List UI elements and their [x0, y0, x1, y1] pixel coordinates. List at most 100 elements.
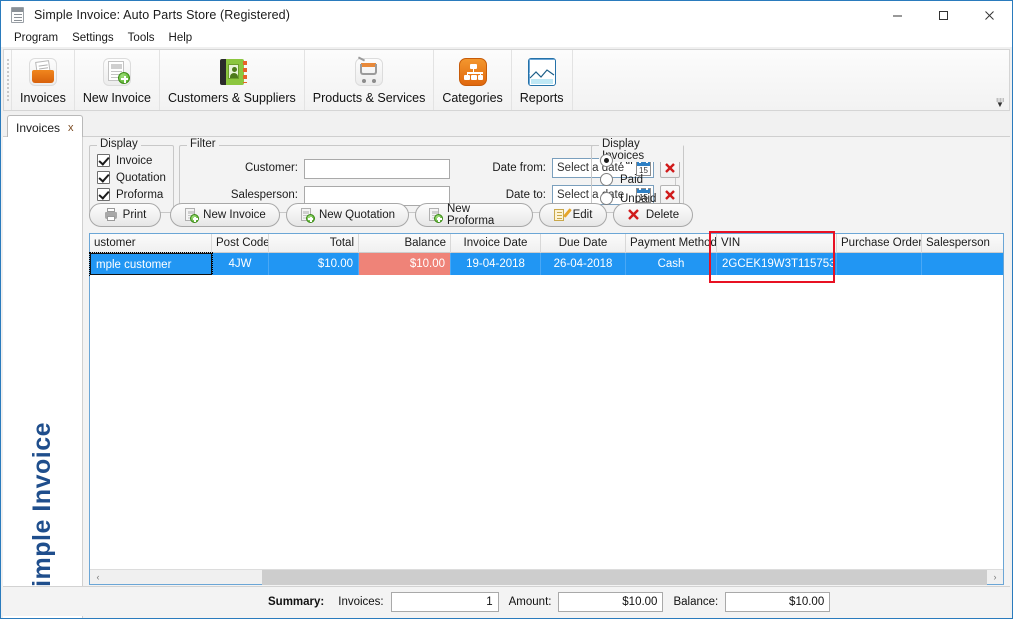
toolbar-drag-handle[interactable]: [4, 50, 12, 110]
new-proforma-button[interactable]: New Proforma: [415, 203, 533, 227]
categories-icon: [456, 56, 490, 88]
grid-header-row: ustomer Post Code Total Balance Invoice …: [90, 234, 1003, 253]
menu-item-settings[interactable]: Settings: [65, 31, 121, 45]
toolbar-label: Reports: [519, 91, 564, 105]
button-label: New Proforma: [447, 203, 495, 227]
button-label: New Quotation: [318, 209, 396, 221]
menu-bar: Program Settings Tools Help: [1, 29, 1012, 47]
new-document-icon: [428, 208, 443, 223]
button-label: New Invoice: [203, 209, 266, 221]
scrollbar-track[interactable]: [106, 569, 987, 585]
column-header-total[interactable]: Total: [269, 234, 359, 253]
toolbar-button-categories[interactable]: Categories: [434, 50, 512, 110]
cell-invoice-date[interactable]: 19-04-2018: [451, 253, 541, 275]
print-button[interactable]: Print: [89, 203, 161, 227]
products-services-icon: [352, 56, 386, 88]
tab-close-icon[interactable]: x: [68, 122, 74, 134]
date-to-label: Date to:: [505, 189, 546, 201]
edit-pencil-icon: [553, 208, 572, 222]
customer-label: Customer:: [244, 162, 298, 174]
scroll-right-arrow[interactable]: ›: [987, 572, 1003, 582]
maximize-icon[interactable]: [920, 1, 966, 29]
menu-item-program[interactable]: Program: [7, 31, 65, 45]
checkbox-invoice[interactable]: Invoice: [97, 154, 173, 167]
button-label: Delete: [645, 209, 680, 221]
toolbar-button-customers-suppliers[interactable]: Customers & Suppliers: [160, 50, 305, 110]
radio-dot: [600, 192, 613, 205]
balance-label: Balance:: [673, 595, 719, 608]
new-invoice-button[interactable]: New Invoice: [170, 203, 280, 227]
toolbar-button-reports[interactable]: Reports: [512, 50, 573, 110]
delete-x-icon: [627, 208, 641, 222]
invoices-count-value: 1: [390, 591, 499, 612]
cell-purchase-order[interactable]: [837, 253, 922, 275]
cell-vin[interactable]: 2GCEK19W3T1157530: [717, 253, 837, 275]
delete-button[interactable]: Delete: [613, 203, 693, 227]
tab-label: Invoices: [16, 121, 61, 135]
checkbox-box: [97, 171, 110, 184]
toolbar-label: Customers & Suppliers: [167, 91, 296, 105]
checkbox-quotation[interactable]: Quotation: [97, 171, 173, 184]
button-label: Print: [122, 209, 147, 221]
customers-suppliers-icon: [215, 56, 249, 88]
reports-icon: [525, 56, 559, 88]
toolbar-button-new-invoice[interactable]: New Invoice: [75, 50, 160, 110]
checkbox-proforma[interactable]: Proforma: [97, 188, 173, 201]
new-quotation-button[interactable]: New Quotation: [286, 203, 409, 227]
cell-salesperson[interactable]: [922, 253, 1010, 275]
menu-item-help[interactable]: Help: [162, 31, 200, 45]
cell-post-code[interactable]: 4JW: [212, 253, 269, 275]
amount-label: Amount:: [508, 595, 552, 608]
toolbar-button-invoices[interactable]: Invoices: [12, 50, 75, 110]
column-header-balance[interactable]: Balance: [359, 234, 451, 253]
column-header-purchase-order[interactable]: Purchase Order: [837, 234, 922, 253]
radio-paid[interactable]: Paid: [600, 173, 683, 186]
display-group-title: Display: [97, 138, 141, 150]
invoices-grid: ustomer Post Code Total Balance Invoice …: [89, 233, 1004, 585]
checkbox-box: [97, 154, 110, 167]
column-header-vin[interactable]: VIN: [717, 234, 837, 253]
amount-value: $10.00: [558, 591, 664, 612]
cell-payment-method[interactable]: Cash: [626, 253, 717, 275]
invoices-icon: [26, 56, 60, 88]
column-header-customer[interactable]: ustomer: [90, 234, 212, 253]
toolbar-label: Categories: [442, 91, 503, 105]
application-window: Simple Invoice: Auto Parts Store (Regist…: [0, 0, 1013, 619]
radio-label: Paid: [620, 173, 644, 186]
cell-due-date[interactable]: 26-04-2018: [541, 253, 626, 275]
cell-total[interactable]: $10.00: [269, 253, 359, 275]
customer-input[interactable]: [304, 159, 450, 179]
new-document-icon: [184, 208, 200, 223]
checkbox-label: Proforma: [116, 188, 164, 201]
column-header-payment-method[interactable]: Payment Method: [626, 234, 717, 253]
window-controls: [874, 1, 1012, 29]
close-icon[interactable]: [966, 1, 1012, 29]
toolbar-overflow-button[interactable]: ▼: [994, 94, 1006, 109]
minimize-icon[interactable]: [874, 1, 920, 29]
salesperson-label: Salesperson:: [230, 189, 298, 201]
menu-item-tools[interactable]: Tools: [121, 31, 162, 45]
toolbar-label: New Invoice: [82, 91, 151, 105]
new-document-icon: [300, 208, 315, 223]
column-header-post-code[interactable]: Post Code: [212, 234, 269, 253]
toolbar-label: Invoices: [20, 91, 66, 105]
main-toolbar: Invoices New Invoice Customers & Supplie…: [3, 49, 1010, 111]
cell-customer[interactable]: mple customer: [89, 252, 213, 276]
checkbox-label: Quotation: [116, 171, 166, 184]
grid-horizontal-scrollbar[interactable]: ‹ ›: [90, 569, 1003, 585]
edit-button[interactable]: Edit: [539, 203, 607, 227]
brand-text: Simple Invoice: [27, 421, 56, 604]
radio-dot: [600, 173, 613, 186]
scrollbar-thumb[interactable]: [262, 569, 987, 585]
column-header-due-date[interactable]: Due Date: [541, 234, 626, 253]
column-header-salesperson[interactable]: Salesperson: [922, 234, 1010, 253]
grid-empty-area: [90, 275, 1003, 569]
column-header-invoice-date[interactable]: Invoice Date: [451, 234, 541, 253]
scroll-left-arrow[interactable]: ‹: [90, 572, 106, 582]
radio-dot: [600, 154, 613, 167]
table-row[interactable]: mple customer 4JW $10.00 $10.00 19-04-20…: [89, 252, 1003, 276]
printer-icon: [104, 208, 118, 222]
toolbar-button-products-services[interactable]: Products & Services: [305, 50, 435, 110]
window-title: Simple Invoice: Auto Parts Store (Regist…: [34, 8, 291, 22]
cell-balance[interactable]: $10.00: [359, 253, 451, 275]
